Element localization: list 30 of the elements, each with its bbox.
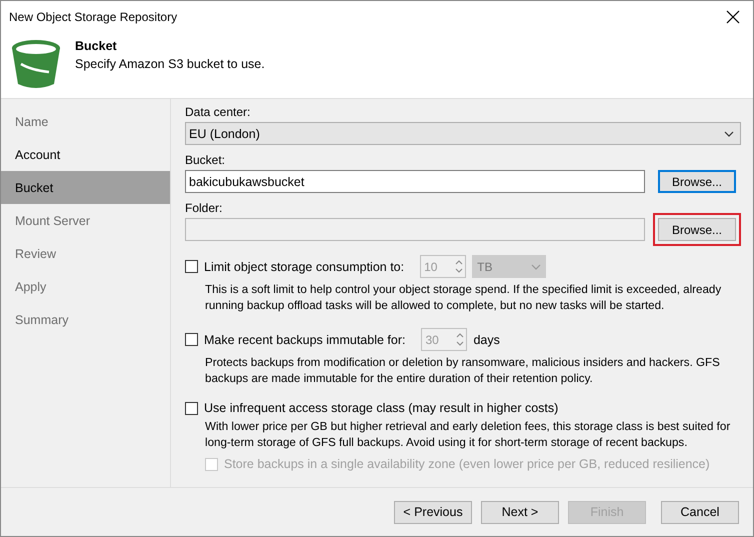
field-label: Data center: xyxy=(185,105,252,119)
page-title: Bucket xyxy=(75,39,118,53)
data-center-dropdown[interactable]: EU (London) xyxy=(185,122,741,145)
field-label: Bucket: xyxy=(185,153,226,167)
checkbox[interactable] xyxy=(185,260,198,273)
folder-field[interactable] xyxy=(185,218,645,241)
option-label: Store backups in a single availability zone (even lower price per GB, reduced resilience) xyxy=(224,457,710,471)
option-label: Make recent backups immutable for: xyxy=(204,332,406,346)
sidebar-item[interactable]: Account xyxy=(1,138,170,171)
sidebar-item[interactable]: Bucket xyxy=(1,171,170,204)
option-label: Use infrequent access storage class (may result in higher costs) xyxy=(204,401,558,415)
wizard-button[interactable]: < Previous xyxy=(394,500,472,524)
checkbox[interactable] xyxy=(185,333,198,346)
bucket-icon xyxy=(9,38,63,90)
chevron-down-icon xyxy=(724,130,734,136)
bucket-field[interactable]: bakicubukawsbucket xyxy=(185,170,645,193)
window-title: New Object Storage Repository xyxy=(9,10,178,24)
option-description: With lower price per GB but higher retrieval and early deletion fees, this storage class is best suited for long-term storage of GFS full backups. Avoid using it for short-term storage of recent backups. xyxy=(205,419,732,451)
chevron-down-icon xyxy=(531,264,542,270)
wizard-button[interactable]: Cancel xyxy=(661,500,739,524)
browse-button[interactable]: Browse... xyxy=(658,170,736,193)
option-description: Protects backups from modification or deletion by ransomware, malicious insiders and hackers. GFS backups are made immutable for the entire duration of their retention policy. xyxy=(205,355,721,387)
option-description: This is a soft limit to help control your object storage spend. If the specified limit is exceeded, already running backup offload tasks will be allowed to complete, but no new tasks will be started. xyxy=(205,282,722,314)
page-subtitle: Specify Amazon S3 bucket to use. xyxy=(75,57,265,71)
checkbox[interactable] xyxy=(185,402,198,414)
field-label: Folder: xyxy=(185,201,224,215)
browse-button[interactable]: Browse... xyxy=(658,218,736,241)
unit-label: days xyxy=(473,332,500,346)
option-label: Limit object storage consumption to: xyxy=(204,260,404,274)
wizard-button[interactable]: Next > xyxy=(481,500,559,524)
